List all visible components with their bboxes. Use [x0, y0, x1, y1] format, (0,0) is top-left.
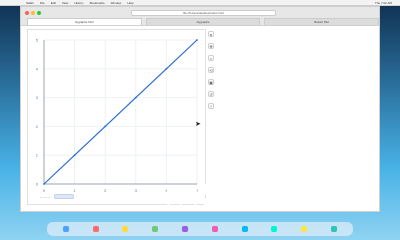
footer-widget[interactable] [53, 194, 74, 199]
address-bar[interactable]: file:///Users/desktop/index.html [131, 10, 276, 16]
status-clock: Thu 7:02 AM [374, 1, 392, 5]
dock-app-icon[interactable] [301, 226, 308, 232]
dock-app-icon[interactable] [182, 226, 189, 232]
dock-app-icon[interactable] [122, 226, 129, 232]
menu-edit[interactable]: Edit [51, 1, 56, 5]
tab-label: Bokeh Plot [314, 20, 329, 24]
dock-app-icon[interactable] [211, 226, 218, 232]
menu-bookmarks[interactable]: Bookmarks [90, 1, 105, 5]
menu-view[interactable]: View [62, 1, 68, 5]
data-point [104, 125, 107, 128]
plot-footer: — — — [40, 194, 74, 199]
pan-icon[interactable]: ✥ [208, 43, 214, 49]
y-tick-label: 2 [36, 124, 39, 129]
window-controls [25, 11, 41, 15]
tab-dygraphs[interactable]: Dygraphs [145, 18, 261, 25]
y-tick-label: 1 [36, 153, 39, 158]
watermark-text: Mind Luster [203, 182, 252, 214]
browser-window: file:///Users/desktop/index.html dygraph… [20, 6, 380, 212]
tab-strip: dygraphs.html Dygraphs Bokeh Plot [21, 18, 380, 25]
dock-app-icon[interactable] [92, 226, 99, 232]
x-tick-label: 2 [104, 188, 107, 193]
dock-app-icon[interactable] [62, 226, 69, 232]
menu-file[interactable]: File [40, 1, 45, 5]
footer-text: — — — [40, 194, 51, 199]
dock-app-icon[interactable] [152, 226, 159, 232]
x-tick-label: 1 [73, 188, 76, 193]
reset-icon[interactable]: ↺ [208, 91, 214, 97]
plot-toolbar: ● ✥ ⌕ ⟲ ▣ ↺ ? [206, 31, 216, 109]
brain-icon [166, 185, 198, 212]
tab-dygraphs-html[interactable]: dygraphs.html [27, 18, 142, 25]
data-point [43, 183, 45, 185]
data-point [134, 96, 137, 99]
wheel-zoom-icon[interactable]: ⟲ [208, 67, 214, 73]
dock-app-icon[interactable] [241, 226, 248, 232]
menu-history[interactable]: History [74, 1, 83, 5]
x-tick-label: 3 [135, 188, 138, 193]
line-chart-svg: 5432100 1 2 3 4 5 [36, 38, 199, 194]
help-icon[interactable]: ? [208, 103, 214, 109]
x-tick-label: 0 [43, 188, 46, 193]
dock-app-icon[interactable] [331, 226, 338, 232]
plot-area[interactable]: 543210012345 — — — [27, 29, 206, 205]
close-window-button[interactable] [25, 11, 29, 15]
y-tick-label: 4 [36, 66, 39, 71]
dock [47, 222, 353, 236]
tab-label: dygraphs.html [74, 20, 94, 24]
y-tick-label: 3 [36, 95, 39, 100]
series-line [43, 39, 198, 185]
dock-app-icon[interactable] [271, 226, 278, 232]
menu-safari[interactable]: Safari [26, 1, 34, 5]
minimize-window-button[interactable] [31, 11, 35, 15]
y-tick-label: 5 [36, 38, 39, 43]
browser-titlebar: file:///Users/desktop/index.html dygraph… [21, 7, 380, 26]
menu-window[interactable]: Window [111, 1, 122, 5]
tab-bokeh-plot[interactable]: Bokeh Plot [264, 18, 380, 25]
y-tick-label: 0 [36, 182, 39, 187]
tab-label: Dygraphs [196, 20, 210, 24]
watermark-logo: Mind Luster [166, 182, 252, 214]
zoom-window-button[interactable] [37, 11, 41, 15]
data-point [73, 154, 76, 157]
bokeh-logo-icon[interactable]: ● [208, 31, 214, 37]
data-point [196, 39, 198, 41]
mouse-cursor-icon: ➤ [195, 121, 201, 128]
menu-help[interactable]: Help [127, 1, 133, 5]
zoom-icon[interactable]: ⌕ [208, 55, 214, 61]
data-point [165, 67, 168, 70]
desktop: Safari File Edit View History Bookmarks … [0, 0, 400, 240]
address-text: file:///Users/desktop/index.html [183, 11, 224, 15]
save-icon[interactable]: ▣ [208, 79, 214, 85]
watermark-line-2: Luster [203, 196, 252, 214]
